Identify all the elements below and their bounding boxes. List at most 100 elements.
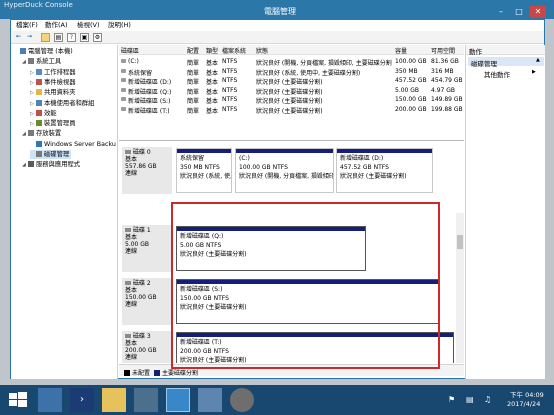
computer-icon: [20, 48, 26, 54]
minimize-icon[interactable]: –: [494, 6, 508, 18]
disk-icon: [125, 228, 131, 232]
volume-cell: 200.00 GB: [395, 106, 427, 113]
partition-status: 狀況良好 (主要磁碟分割): [340, 173, 407, 180]
disk-icon: [125, 281, 131, 285]
volume-cell: NTFS: [222, 58, 238, 65]
tray-volume-icon[interactable]: ♫: [484, 395, 491, 404]
tree-item[interactable]: ◢ 系統工具: [22, 57, 61, 66]
disk-info[interactable]: 磁碟 0 基本 557.86 GB 連線: [122, 147, 172, 194]
disk-name: 磁碟 0: [133, 149, 151, 156]
tree-item[interactable]: 電腦管理 (本機): [14, 47, 73, 56]
volume-icon: [121, 107, 126, 111]
help-icon[interactable]: ?: [67, 33, 76, 42]
disk-icon: [125, 150, 131, 154]
volume-cell: 5.00 GB: [395, 86, 420, 94]
volume-row[interactable]: 新增磁碟區 (T:) 簡單 基本 NTFS 狀況良好 (主要磁碟分割) 200.00 GB…: [119, 105, 464, 115]
volume-cell: 簡單: [187, 108, 200, 115]
tree-item-label: 電腦管理 (本機): [28, 48, 73, 55]
computer-management-icon[interactable]: [166, 388, 190, 412]
console-title: HyperDuck Console: [4, 1, 73, 9]
volume-cell: NTFS: [222, 86, 238, 94]
volume-row[interactable]: 新增磁碟區 (Q:) 簡單 基本 NTFS 狀況良好 (主要磁碟分割) 5.00 GB 4.…: [119, 86, 464, 96]
start-icon[interactable]: [6, 388, 30, 412]
highlight-box: [171, 202, 440, 369]
performance-icon: [36, 109, 42, 116]
disk-icon: [36, 151, 42, 157]
disk-name: 磁碟 1: [133, 227, 151, 234]
settings-icon[interactable]: [230, 388, 254, 412]
column-header[interactable]: 可用空間: [431, 46, 455, 55]
volume-cell: 199.88 GB: [431, 106, 463, 113]
network-icon[interactable]: [134, 388, 158, 412]
tray-flag-icon[interactable]: ⚑: [448, 395, 455, 404]
volume-row[interactable]: 新增磁碟區 (D:) 簡單 基本 NTFS 狀況良好 (主要磁碟分割) 457.52 GB…: [119, 76, 464, 86]
settings-icon[interactable]: ⚙: [93, 33, 102, 42]
clock-time[interactable]: 下午 04:09: [510, 389, 544, 399]
tree-item-label: 事件檢視器: [44, 78, 76, 86]
tree-item[interactable]: ▷ 裝置管理員: [30, 119, 75, 128]
server-manager-icon[interactable]: [38, 388, 62, 412]
more-actions-label: 其他動作: [484, 71, 510, 79]
column-header[interactable]: 狀態: [256, 46, 268, 55]
partition-name: 系統保留: [180, 155, 205, 162]
up-folder-icon[interactable]: [41, 33, 50, 42]
vertical-scrollbar[interactable]: [456, 213, 464, 363]
volume-row[interactable]: 系統保留 簡單 基本 NTFS 狀況良好 (系統, 使用中, 主要磁碟分割) 350 MB…: [119, 67, 464, 77]
tree-item[interactable]: ▷ 本機使用者和群組: [30, 99, 94, 108]
partition-block[interactable]: 系統保留 350 MB NTFS 狀況良好 (系統, 使用: [176, 148, 232, 193]
menu-file[interactable]: 檔案(F): [16, 21, 38, 30]
volume-row[interactable]: (C:) 簡單 基本 NTFS 狀況良好 (開機, 分頁檔案, 損毀傾印, 主要磁碟分割…: [119, 57, 464, 67]
maximize-icon[interactable]: □: [512, 6, 526, 18]
file-explorer-icon[interactable]: [102, 388, 126, 412]
menu-view[interactable]: 檢視(V): [77, 21, 100, 30]
volume-cell: NTFS: [222, 67, 238, 75]
tree-item-label: 存放裝置: [36, 130, 62, 138]
volume-cell: NTFS: [222, 77, 238, 85]
tree-item[interactable]: ▷ 效能: [30, 109, 57, 118]
forward-icon[interactable]: →: [25, 33, 34, 42]
tree-item[interactable]: Windows Server Backu: [30, 140, 116, 149]
actions-section-label: 磁碟管理: [471, 60, 497, 68]
column-header[interactable]: 類型: [206, 46, 218, 55]
tree-item[interactable]: 磁碟管理: [30, 150, 72, 159]
column-header[interactable]: 容量: [395, 46, 407, 55]
tree-item-label: 裝置管理員: [44, 120, 76, 128]
tree-item[interactable]: ◢ 存放裝置: [22, 129, 61, 138]
tree-item[interactable]: ◢ 服務與應用程式: [22, 160, 80, 169]
tray-network-icon[interactable]: ▤: [466, 395, 474, 404]
window-title: 電腦管理: [264, 7, 296, 16]
partition-name: (C:): [239, 155, 250, 162]
disk-info[interactable]: 磁碟 2 基本 150.00 GB 連線: [122, 278, 172, 325]
disk-info[interactable]: 磁碟 3 基本 200.00 GB 連線: [122, 331, 172, 363]
scrollbar-thumb[interactable]: [457, 235, 463, 249]
actions-section[interactable]: 磁碟管理 ▲: [468, 57, 544, 68]
more-actions-item[interactable]: 其他動作 ▶: [484, 68, 542, 79]
volume-cell: 454.79 GB: [431, 77, 463, 85]
column-header[interactable]: 磁碟區: [121, 46, 139, 55]
tree-item-label: 服務與應用程式: [36, 161, 81, 169]
column-header[interactable]: 檔案系統: [222, 46, 246, 55]
properties-icon[interactable]: ▤: [54, 33, 63, 42]
volume-row[interactable]: 新增磁碟區 (S:) 簡單 基本 NTFS 狀況良好 (主要磁碟分割) 150.00 GB…: [119, 95, 464, 105]
disk-type: 基本: [125, 340, 138, 347]
refresh-icon[interactable]: ▣: [80, 33, 89, 42]
collapse-icon[interactable]: ▲: [536, 57, 540, 63]
disk-size: 200.00 GB: [125, 347, 157, 354]
partition-block[interactable]: (C:) 100.00 GB NTFS 狀況良好 (開機, 分頁檔案, 損毀傾印, …: [235, 148, 334, 193]
remote-desktop-icon[interactable]: [198, 388, 222, 412]
tree-item[interactable]: ▷ 工作排程器: [30, 68, 75, 77]
volume-list: 磁碟區 配置 類型 檔案系統 狀態 容量 可用空間 (C:) 簡單 基本 NTFS 狀況良好 (開機…: [119, 45, 464, 141]
powershell-icon[interactable]: ›: [70, 388, 94, 412]
clock-date[interactable]: 2017/4/24: [507, 400, 540, 408]
tree-item[interactable]: ▷ 事件檢視器: [30, 78, 75, 87]
menu-action[interactable]: 動作(A): [45, 21, 68, 30]
menu-help[interactable]: 說明(H): [108, 21, 131, 30]
tree-item-label: Windows Server Backu: [44, 140, 116, 148]
close-icon[interactable]: ✕: [530, 6, 546, 18]
column-header[interactable]: 配置: [187, 46, 199, 55]
tree-item[interactable]: ▷ 共用資料夾: [30, 88, 75, 97]
back-icon[interactable]: ←: [14, 33, 23, 42]
partition-block[interactable]: 新增磁碟區 (D:) 457.52 GB NTFS 狀況良好 (主要磁碟分割): [336, 148, 433, 193]
actions-header-label: 動作: [469, 48, 482, 56]
disk-info[interactable]: 磁碟 1 基本 5.00 GB 連線: [122, 225, 172, 272]
